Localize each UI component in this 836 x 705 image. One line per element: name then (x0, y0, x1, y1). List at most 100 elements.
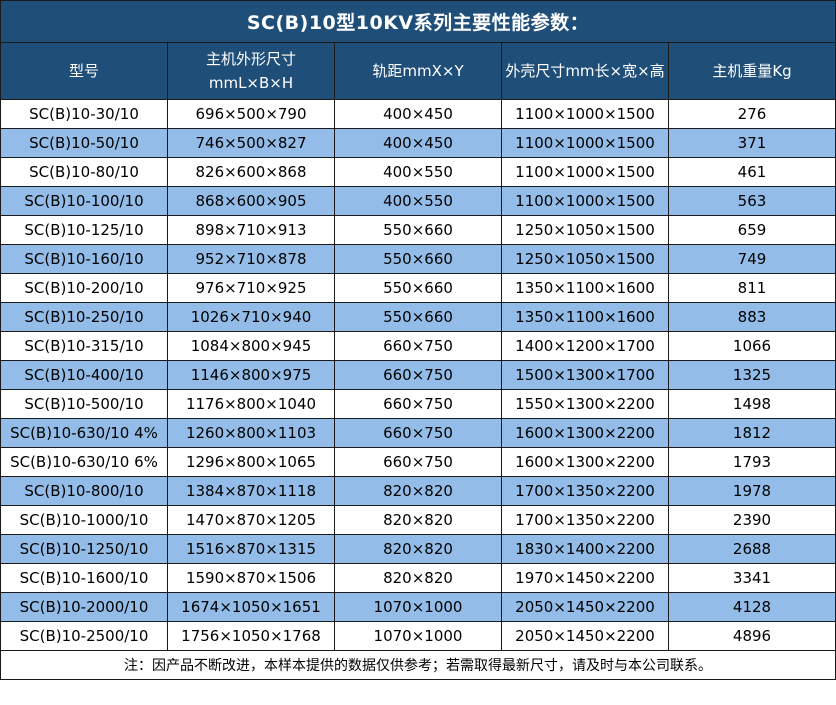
header-row: 型号主机外形尺寸 mmL×B×H轨距mmX×Y外壳尺寸mm长×宽×高主机重量Kg (1, 43, 836, 100)
table-row: SC(B)10-30/10696×500×790400×4501100×1000… (1, 100, 836, 129)
cell: SC(B)10-250/10 (1, 303, 168, 332)
cell: 400×450 (335, 100, 502, 129)
cell: 2050×1450×2200 (502, 593, 669, 622)
cell: 550×660 (335, 274, 502, 303)
cell: 746×500×827 (168, 129, 335, 158)
cell: 1756×1050×1768 (168, 622, 335, 651)
cell: 3341 (669, 564, 836, 593)
cell: 696×500×790 (168, 100, 335, 129)
cell: 952×710×878 (168, 245, 335, 274)
table-row: SC(B)10-500/101176×800×1040660×7501550×1… (1, 390, 836, 419)
cell: SC(B)10-125/10 (1, 216, 168, 245)
cell: 1550×1300×2200 (502, 390, 669, 419)
cell: 371 (669, 129, 836, 158)
page-title: SC(B)10型10KV系列主要性能参数： (1, 1, 836, 43)
column-header: 主机重量Kg (669, 43, 836, 100)
column-header: 型号 (1, 43, 168, 100)
cell: SC(B)10-30/10 (1, 100, 168, 129)
cell: 1100×1000×1500 (502, 100, 669, 129)
table-row: SC(B)10-250/101026×710×940550×6601350×11… (1, 303, 836, 332)
cell: 1146×800×975 (168, 361, 335, 390)
title-row: SC(B)10型10KV系列主要性能参数： (1, 1, 836, 43)
cell: 1516×870×1315 (168, 535, 335, 564)
footnote-row: 注：因产品不断改进，本样本提供的数据仅供参考；若需取得最新尺寸，请及时与本公司联… (1, 651, 836, 680)
cell: 1260×800×1103 (168, 419, 335, 448)
table-row: SC(B)10-1250/101516×870×1315820×8201830×… (1, 535, 836, 564)
cell: 1350×1100×1600 (502, 303, 669, 332)
cell: 1250×1050×1500 (502, 216, 669, 245)
cell: SC(B)10-200/10 (1, 274, 168, 303)
cell: 1674×1050×1651 (168, 593, 335, 622)
column-header: 主机外形尺寸 mmL×B×H (168, 43, 335, 100)
cell: SC(B)10-315/10 (1, 332, 168, 361)
cell: 1830×1400×2200 (502, 535, 669, 564)
spec-sheet: SC(B)10型10KV系列主要性能参数： 型号主机外形尺寸 mmL×B×H轨距… (0, 0, 836, 680)
table-row: SC(B)10-125/10898×710×913550×6601250×105… (1, 216, 836, 245)
table-row: SC(B)10-630/10 6%1296×800×1065660×750160… (1, 448, 836, 477)
cell: 2688 (669, 535, 836, 564)
cell: 660×750 (335, 332, 502, 361)
cell: 659 (669, 216, 836, 245)
cell: SC(B)10-1250/10 (1, 535, 168, 564)
cell: 1026×710×940 (168, 303, 335, 332)
cell: 1498 (669, 390, 836, 419)
cell: 976×710×925 (168, 274, 335, 303)
cell: 400×550 (335, 158, 502, 187)
cell: 820×820 (335, 506, 502, 535)
cell: 550×660 (335, 245, 502, 274)
cell: 1812 (669, 419, 836, 448)
cell: 1325 (669, 361, 836, 390)
cell: 660×750 (335, 448, 502, 477)
cell: SC(B)10-500/10 (1, 390, 168, 419)
table-row: SC(B)10-630/10 4%1260×800×1103660×750160… (1, 419, 836, 448)
cell: 1470×870×1205 (168, 506, 335, 535)
cell: 1970×1450×2200 (502, 564, 669, 593)
cell: 1070×1000 (335, 622, 502, 651)
cell: SC(B)10-2000/10 (1, 593, 168, 622)
cell: 550×660 (335, 303, 502, 332)
cell: SC(B)10-2500/10 (1, 622, 168, 651)
cell: 749 (669, 245, 836, 274)
table-row: SC(B)10-400/101146×800×975660×7501500×13… (1, 361, 836, 390)
cell: 660×750 (335, 390, 502, 419)
cell: 1084×800×945 (168, 332, 335, 361)
cell: 826×600×868 (168, 158, 335, 187)
cell: 2390 (669, 506, 836, 535)
cell: 1100×1000×1500 (502, 187, 669, 216)
table-row: SC(B)10-160/10952×710×878550×6601250×105… (1, 245, 836, 274)
cell: 820×820 (335, 564, 502, 593)
cell: 4896 (669, 622, 836, 651)
cell: 1100×1000×1500 (502, 158, 669, 187)
cell: SC(B)10-800/10 (1, 477, 168, 506)
cell: 1700×1350×2200 (502, 477, 669, 506)
cell: 550×660 (335, 216, 502, 245)
cell: 1793 (669, 448, 836, 477)
cell: SC(B)10-1000/10 (1, 506, 168, 535)
table-row: SC(B)10-1000/101470×870×1205820×8201700×… (1, 506, 836, 535)
cell: 820×820 (335, 535, 502, 564)
cell: 1176×800×1040 (168, 390, 335, 419)
cell: 4128 (669, 593, 836, 622)
cell: 1978 (669, 477, 836, 506)
cell: 660×750 (335, 419, 502, 448)
table-body: SC(B)10-30/10696×500×790400×4501100×1000… (1, 100, 836, 651)
table-row: SC(B)10-100/10868×600×905400×5501100×100… (1, 187, 836, 216)
footnote: 注：因产品不断改进，本样本提供的数据仅供参考；若需取得最新尺寸，请及时与本公司联… (1, 651, 836, 680)
cell: SC(B)10-630/10 6% (1, 448, 168, 477)
cell: 276 (669, 100, 836, 129)
cell: 1700×1350×2200 (502, 506, 669, 535)
cell: 563 (669, 187, 836, 216)
table-row: SC(B)10-800/101384×870×1118820×8201700×1… (1, 477, 836, 506)
column-header: 轨距mmX×Y (335, 43, 502, 100)
cell: 1296×800×1065 (168, 448, 335, 477)
cell: 1070×1000 (335, 593, 502, 622)
cell: SC(B)10-1600/10 (1, 564, 168, 593)
cell: 1100×1000×1500 (502, 129, 669, 158)
table-row: SC(B)10-200/10976×710×925550×6601350×110… (1, 274, 836, 303)
column-header: 外壳尺寸mm长×宽×高 (502, 43, 669, 100)
cell: SC(B)10-400/10 (1, 361, 168, 390)
cell: 1400×1200×1700 (502, 332, 669, 361)
cell: 1590×870×1506 (168, 564, 335, 593)
table-row: SC(B)10-80/10826×600×868400×5501100×1000… (1, 158, 836, 187)
table-row: SC(B)10-315/101084×800×945660×7501400×12… (1, 332, 836, 361)
